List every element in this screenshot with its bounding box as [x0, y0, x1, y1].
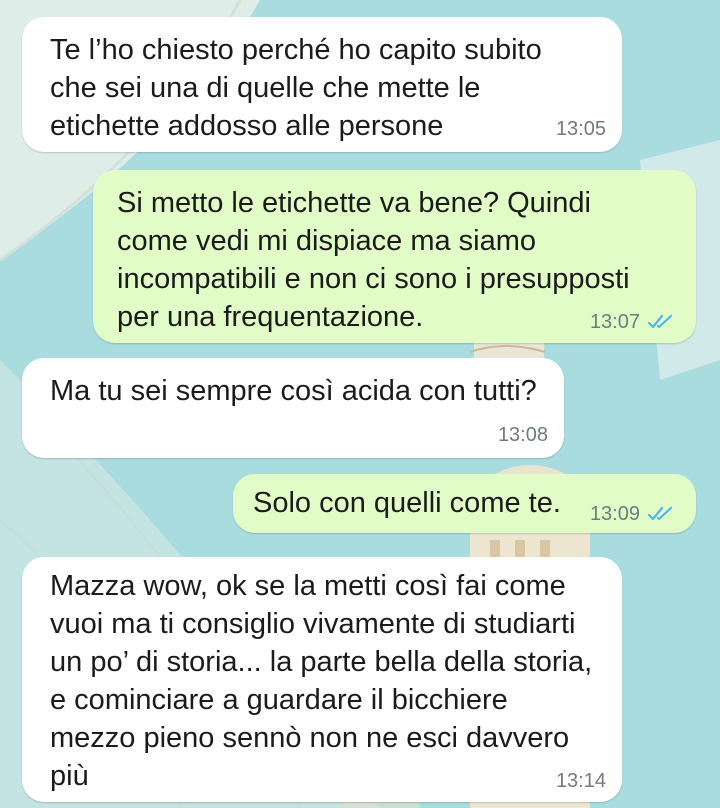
message-text: Solo con quelli come te. — [253, 487, 561, 519]
message-time: 13:08 — [497, 424, 548, 446]
message-bubble-5[interactable]: Mazza wow, ok se la metti così fai come … — [22, 557, 622, 802]
message-text: Mazza wow, ok se la metti così fai come … — [50, 570, 593, 792]
message-text: Te l’ho chiesto perché ho capito subito … — [50, 34, 542, 142]
message-time: 13:14 — [555, 770, 606, 792]
message-text: Si metto le etichette va bene? Quindi co… — [117, 187, 630, 333]
message-bubble-4[interactable]: Solo con quelli come te. 13:09 — [233, 474, 696, 533]
message-bubble-2[interactable]: Si metto le etichette va bene? Quindi co… — [93, 170, 696, 343]
message-time: 13:07 — [589, 311, 640, 333]
message-time: 13:05 — [555, 118, 606, 140]
double-check-icon — [648, 314, 673, 329]
double-check-icon — [648, 506, 673, 521]
message-time: 13:09 — [589, 503, 640, 525]
message-bubble-3[interactable]: Ma tu sei sempre così acida con tutti? 1… — [22, 358, 564, 458]
message-bubble-1[interactable]: Te l’ho chiesto perché ho capito subito … — [22, 17, 622, 152]
message-text: Ma tu sei sempre così acida con tutti? — [50, 375, 537, 407]
